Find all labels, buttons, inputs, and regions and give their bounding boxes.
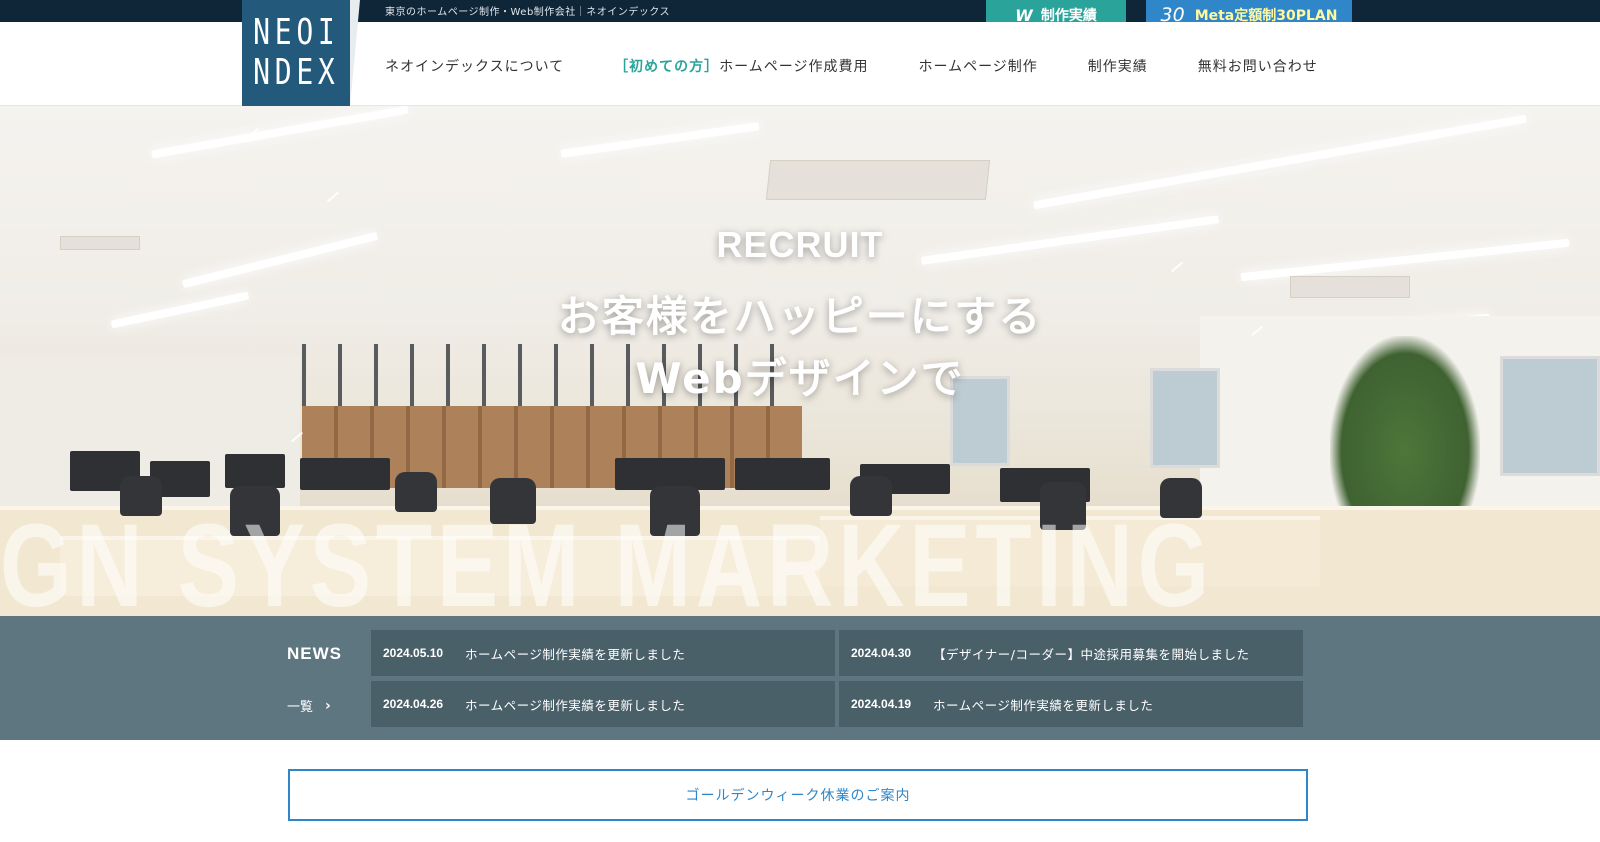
news-item[interactable]: 2024.04.30 【デザイナー/コーダー】中途採用募集を開始しました bbox=[839, 630, 1303, 676]
news-text: ホームページ制作実績を更新しました bbox=[933, 697, 1154, 713]
nav-cost-label: ホームページ作成費用 bbox=[719, 59, 869, 75]
news-section: NEWS 一覧 › 2024.05.10 ホームページ制作実績を更新しました 2… bbox=[0, 616, 1600, 740]
news-date: 2024.05.10 bbox=[383, 646, 444, 660]
nav-works[interactable]: 制作実績 bbox=[1088, 56, 1148, 76]
news-list-label: 一覧 bbox=[287, 700, 314, 715]
news-text: ホームページ制作実績を更新しました bbox=[465, 697, 686, 713]
hero-title-line-1: お客様をハッピーにする bbox=[557, 292, 1043, 341]
nav-production[interactable]: ホームページ制作 bbox=[918, 56, 1037, 76]
news-date: 2024.04.30 bbox=[851, 646, 912, 660]
logo-line-2: NDEX bbox=[252, 52, 340, 93]
nav-cost[interactable]: ［初めての方］ホームページ作成費用 bbox=[614, 56, 868, 76]
holiday-notice-button[interactable]: ゴールデンウィーク休業のご案内 bbox=[288, 769, 1308, 821]
news-text: 【デザイナー/コーダー】中途採用募集を開始しました bbox=[933, 646, 1250, 662]
top-bar: 東京のホームページ制作・Web制作会社｜ネオインデックス bbox=[0, 0, 1600, 22]
news-item[interactable]: 2024.04.19 ホームページ制作実績を更新しました bbox=[839, 681, 1303, 727]
news-item[interactable]: 2024.05.10 ホームページ制作実績を更新しました bbox=[371, 630, 835, 676]
hero-title: お客様をハッピーにする Webデザインで bbox=[0, 286, 1600, 410]
news-heading: NEWS bbox=[287, 644, 342, 663]
site-tagline: 東京のホームページ制作・Web制作会社｜ネオインデックス bbox=[385, 7, 671, 18]
news-text: ホームページ制作実績を更新しました bbox=[465, 646, 686, 662]
chevron-right-icon: › bbox=[325, 697, 331, 714]
news-date: 2024.04.26 bbox=[383, 697, 444, 711]
nav-about[interactable]: ネオインデックスについて bbox=[385, 56, 564, 76]
site-header: ネオインデックスについて ［初めての方］ホームページ作成費用 ホームページ制作 … bbox=[0, 22, 1600, 106]
news-date: 2024.04.19 bbox=[851, 697, 912, 711]
hero-watermark: GN SYSTEM MARKETING bbox=[0, 500, 1214, 616]
nav-contact[interactable]: 無料お問い合わせ bbox=[1198, 56, 1318, 76]
hero-copy: RECRUIT お客様をハッピーにする Webデザインで bbox=[0, 224, 1600, 410]
hero-banner: GN SYSTEM MARKETING RECRUIT お客様をハッピーにする … bbox=[0, 106, 1600, 616]
site-logo[interactable]: NEOI NDEX bbox=[242, 0, 350, 106]
logo-line-1: NEOI bbox=[252, 12, 340, 53]
news-item[interactable]: 2024.04.26 ホームページ制作実績を更新しました bbox=[371, 681, 835, 727]
nav-first-visit-label: ［初めての方］ bbox=[614, 59, 720, 75]
hero-title-line-2: Webデザインで bbox=[635, 354, 965, 403]
hero-kicker: RECRUIT bbox=[716, 224, 884, 265]
news-list-link[interactable]: 一覧 › bbox=[287, 696, 331, 716]
main-nav: ネオインデックスについて ［初めての方］ホームページ作成費用 ホームページ制作 … bbox=[385, 56, 1368, 76]
